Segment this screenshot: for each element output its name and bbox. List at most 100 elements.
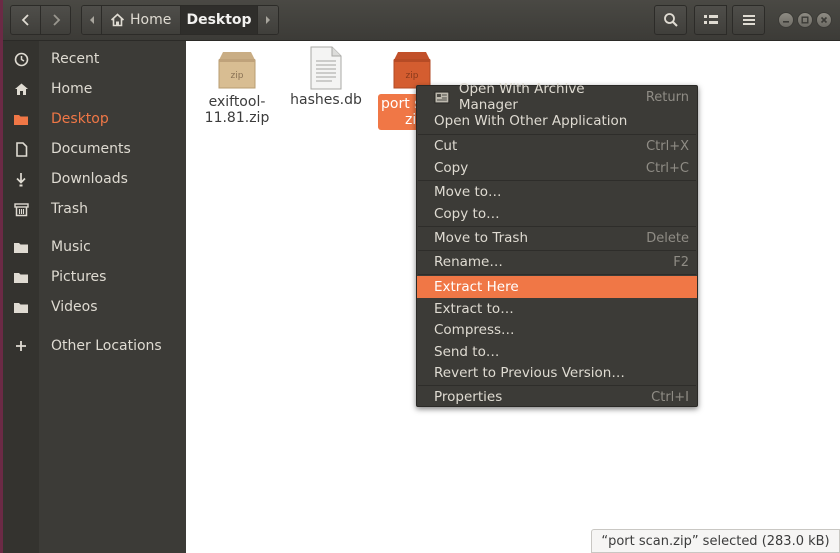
sidebar-item-label: Documents	[51, 141, 131, 157]
trash-icon	[3, 194, 39, 224]
sidebar-item-documents[interactable]: Documents	[3, 134, 186, 164]
menu-item-label: Copy	[434, 160, 469, 176]
menu-item-accel: Ctrl+X	[646, 138, 689, 154]
menu-item-open-other-app[interactable]: Open With Other Application	[417, 110, 697, 132]
triangle-right-icon	[266, 16, 270, 24]
clock-icon	[3, 44, 39, 74]
triangle-left-icon	[89, 16, 94, 24]
sidebar-item-other-locations[interactable]: Other Locations	[3, 331, 186, 361]
hamburger-icon	[742, 15, 755, 25]
document-icon	[3, 134, 39, 164]
sidebar-item-label: Trash	[51, 201, 88, 217]
chevron-right-icon	[52, 14, 60, 26]
minimize-icon	[783, 21, 789, 23]
menu-button[interactable]	[732, 5, 765, 35]
sidebar-item-label: Home	[51, 81, 93, 97]
menu-item-accel: F2	[673, 254, 689, 270]
menu-item-send-to[interactable]: Send to…	[417, 341, 697, 363]
path-bar: Home Desktop	[81, 5, 279, 35]
svg-text:zip: zip	[406, 71, 419, 81]
menu-item-move-to[interactable]: Move to…	[417, 181, 697, 203]
menu-item-compress[interactable]: Compress…	[417, 319, 697, 341]
menu-item-label: Extract Here	[434, 279, 519, 295]
list-view-icon	[703, 15, 718, 24]
sidebar-item-label: Downloads	[51, 171, 128, 187]
search-icon	[663, 13, 678, 27]
close-icon	[820, 16, 828, 24]
menu-separator	[418, 274, 696, 275]
svg-text:zip: zip	[231, 71, 244, 81]
menu-item-cut[interactable]: Cut Ctrl+X	[417, 135, 697, 157]
path-home-button[interactable]: Home	[102, 6, 181, 34]
file-name: exiftool- 11.81.zip	[204, 94, 270, 126]
back-button[interactable]	[10, 5, 41, 35]
status-bar: “port scan.zip” selected (283.0 kB)	[591, 529, 840, 553]
menu-item-accel: Ctrl+C	[645, 160, 689, 176]
search-button[interactable]	[654, 5, 687, 35]
sidebar-item-pictures[interactable]: Pictures	[3, 262, 186, 292]
menu-item-label: Extract to…	[434, 301, 514, 317]
maximize-button[interactable]	[797, 12, 813, 28]
menu-item-extract-here[interactable]: Extract Here	[417, 276, 697, 298]
folder-icon	[3, 232, 39, 262]
sidebar-item-home[interactable]: Home	[3, 74, 186, 104]
menu-item-accel: Ctrl+I	[651, 389, 689, 405]
sidebar-item-desktop[interactable]: Desktop	[3, 104, 186, 134]
sidebar-item-trash[interactable]: Trash	[3, 194, 186, 224]
minimize-button[interactable]	[778, 12, 794, 28]
sidebar-item-music[interactable]: Music	[3, 232, 186, 262]
sidebar-item-label: Recent	[51, 51, 100, 67]
path-current-button[interactable]: Desktop	[181, 6, 258, 34]
menu-item-label: Properties	[434, 389, 503, 405]
menu-item-label: Copy to…	[434, 206, 500, 222]
sidebar-item-videos[interactable]: Videos	[3, 292, 186, 322]
sidebar-item-downloads[interactable]: Downloads	[3, 164, 186, 194]
zip-archive-icon: zip	[393, 52, 431, 89]
folder-icon	[3, 262, 39, 292]
header-bar: Home Desktop	[3, 0, 840, 41]
menu-item-revert-version[interactable]: Revert to Previous Version…	[417, 362, 697, 384]
folder-icon	[3, 292, 39, 322]
sidebar-item-recent[interactable]: Recent	[3, 44, 186, 74]
menu-item-label: Cut	[434, 138, 458, 154]
path-scroll-right-button[interactable]	[258, 6, 278, 34]
path-home-label: Home	[130, 12, 172, 28]
menu-item-rename[interactable]: Rename… F2	[417, 251, 697, 273]
maximize-icon	[801, 16, 809, 24]
menu-item-accel: Return	[645, 89, 689, 105]
menu-item-label: Move to…	[434, 184, 502, 200]
archive-manager-icon	[434, 91, 450, 104]
zip-archive-icon: zip	[218, 52, 256, 89]
folder-icon	[3, 104, 39, 134]
file-item-exiftool[interactable]: zip exiftool- 11.81.zip	[203, 50, 271, 126]
menu-item-copy[interactable]: Copy Ctrl+C	[417, 157, 697, 179]
close-button[interactable]	[816, 12, 832, 28]
menu-item-extract-to[interactable]: Extract to…	[417, 298, 697, 320]
sidebar-item-label: Videos	[51, 299, 98, 315]
sidebar-item-label: Music	[51, 239, 91, 255]
download-icon	[3, 164, 39, 194]
sidebar-item-label: Other Locations	[51, 338, 162, 354]
menu-item-label: Compress…	[434, 322, 515, 338]
sidebar-item-label: Pictures	[51, 269, 107, 285]
menu-item-label: Revert to Previous Version…	[434, 365, 625, 381]
menu-item-copy-to[interactable]: Copy to…	[417, 203, 697, 225]
plus-icon	[3, 331, 39, 361]
home-icon	[3, 74, 39, 104]
path-scroll-left-button[interactable]	[82, 6, 102, 34]
view-options-button[interactable]	[694, 5, 727, 35]
menu-item-label: Move to Trash	[434, 230, 529, 246]
menu-item-label: Open With Archive Manager	[458, 81, 585, 113]
context-menu: Open With Archive Manager Return Open Wi…	[416, 81, 698, 408]
menu-item-accel: Delete	[646, 230, 689, 246]
menu-item-open-archive-manager[interactable]: Open With Archive Manager Return	[417, 81, 697, 113]
forward-button[interactable]	[40, 5, 71, 35]
file-item-hashes-db[interactable]: hashes.db	[288, 46, 364, 108]
menu-item-properties[interactable]: Properties Ctrl+I	[417, 386, 697, 408]
menu-item-label: Open With Other Application	[434, 113, 628, 129]
path-current-label: Desktop	[186, 12, 252, 28]
menu-item-move-to-trash[interactable]: Move to Trash Delete	[417, 227, 697, 249]
home-icon	[110, 13, 125, 27]
menu-item-label: Rename…	[434, 254, 503, 270]
text-file-icon	[310, 46, 342, 90]
